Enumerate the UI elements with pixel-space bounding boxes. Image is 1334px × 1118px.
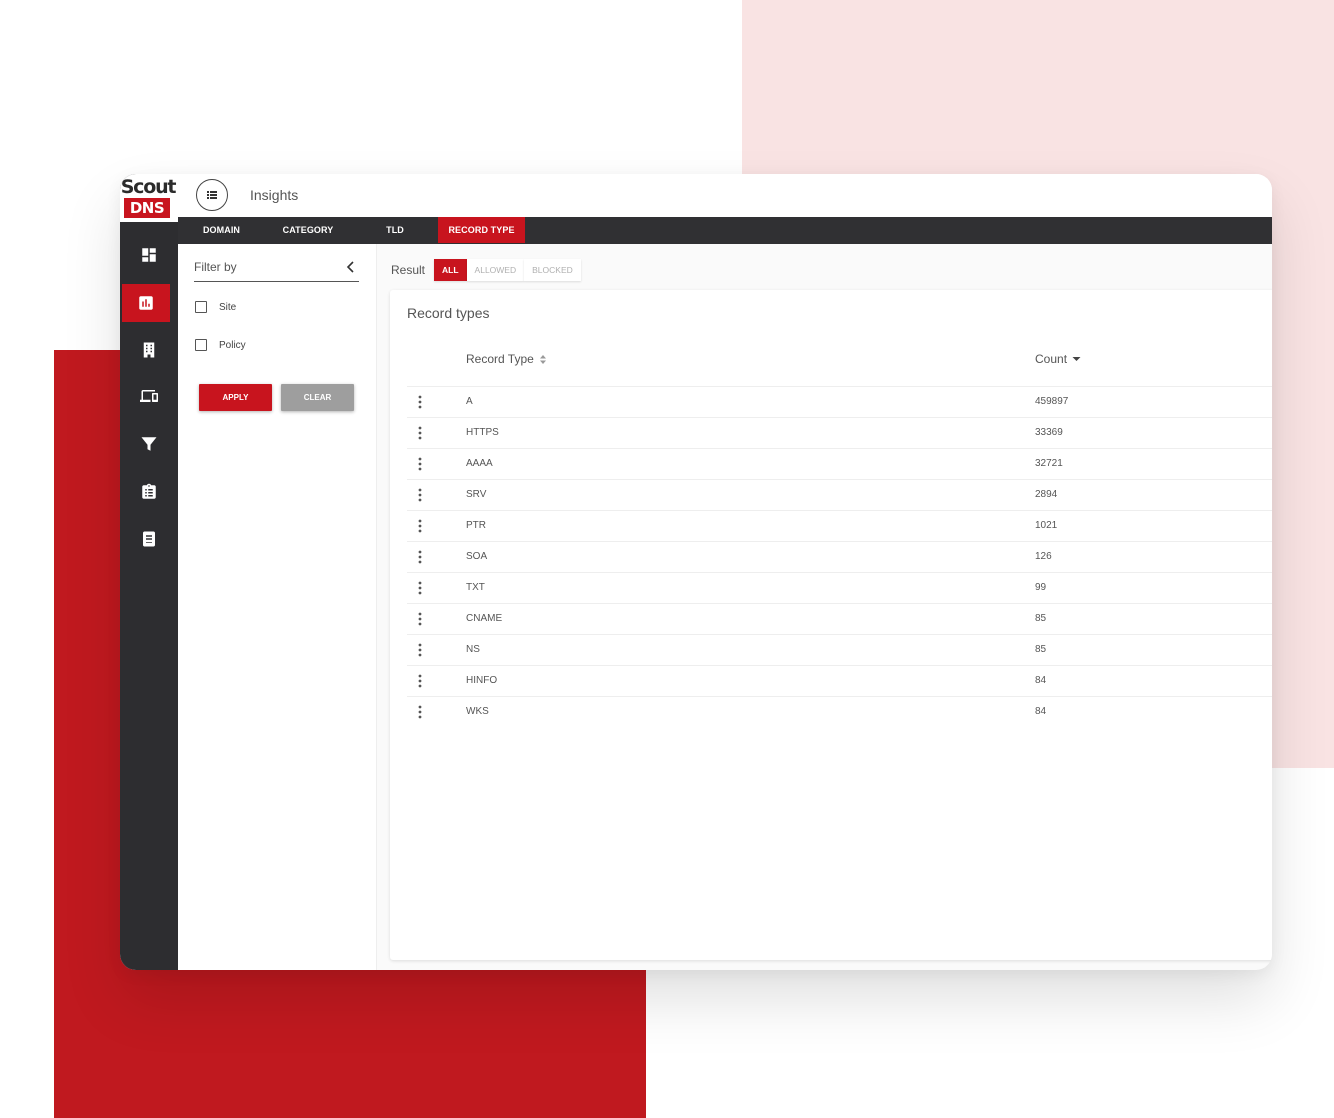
row-menu-icon[interactable] — [415, 643, 425, 657]
record-count-cell: 32721 — [1035, 458, 1063, 469]
row-menu-icon[interactable] — [415, 457, 425, 471]
record-type-cell: AAAA — [466, 458, 493, 469]
tab-category[interactable]: CATEGORY — [265, 217, 351, 244]
top-header: Insights — [178, 174, 1272, 217]
table-row: TXT 99 — [407, 572, 1272, 603]
filter-panel: Filter by Site Policy APPLY CLEAR — [178, 244, 377, 970]
record-type-cell: A — [466, 396, 473, 407]
row-menu-icon[interactable] — [415, 519, 425, 533]
record-count-cell: 85 — [1035, 613, 1047, 624]
record-type-cell: TXT — [466, 582, 485, 593]
logo-dns-text: DNS — [124, 198, 170, 218]
record-count-cell: 459897 — [1035, 396, 1069, 407]
column-header-count[interactable]: Count — [1035, 352, 1081, 366]
record-count-cell: 2894 — [1035, 489, 1058, 500]
sidebar-item-devices[interactable] — [120, 377, 178, 415]
record-count-cell: 1021 — [1035, 520, 1058, 531]
sidebar-item-sites[interactable] — [120, 331, 178, 369]
apply-button[interactable]: APPLY — [199, 384, 272, 411]
filter-icon — [141, 437, 157, 451]
table-row: AAAA 32721 — [407, 448, 1272, 479]
table-row: SRV 2894 — [407, 479, 1272, 510]
record-type-cell: WKS — [466, 706, 489, 717]
tab-tld[interactable]: TLD — [368, 217, 422, 244]
result-filter: Result ALL ALLOWED BLOCKED — [391, 259, 581, 281]
row-menu-icon[interactable] — [415, 581, 425, 595]
insights-tabs: DOMAIN CATEGORY TLD RECORD TYPE — [178, 217, 1272, 244]
clear-button[interactable]: CLEAR — [281, 384, 354, 411]
site-checkbox[interactable] — [195, 301, 207, 313]
column-record-type-label: Record Type — [466, 352, 534, 366]
sort-desc-icon — [1072, 357, 1081, 361]
row-menu-icon[interactable] — [415, 488, 425, 502]
filter-option-policy[interactable]: Policy — [195, 339, 246, 351]
sidebar-item-docs[interactable] — [120, 520, 178, 558]
book-icon — [143, 531, 155, 547]
scoutdns-logo[interactable]: Scout DNS — [120, 174, 178, 222]
app-window: Scout DNS Insights DOMAIN CATEGORY TLD R… — [120, 174, 1272, 970]
policy-checkbox[interactable] — [195, 339, 207, 351]
result-all-button[interactable]: ALL — [434, 259, 467, 281]
table-row: SOA 126 — [407, 541, 1272, 572]
bar-chart-icon — [139, 296, 153, 310]
site-label: Site — [219, 301, 237, 313]
tab-domain[interactable]: DOMAIN — [178, 217, 265, 244]
sidebar-rail: Scout DNS — [120, 174, 178, 970]
sidebar-item-reports[interactable] — [120, 473, 178, 511]
card-title: Record types — [407, 305, 490, 321]
row-menu-icon[interactable] — [415, 705, 425, 719]
filter-title: Filter by — [194, 260, 237, 274]
clipboard-icon — [142, 483, 156, 499]
devices-icon — [140, 390, 158, 402]
menu-toggle-button[interactable] — [196, 179, 228, 211]
logo-scout-text: Scout — [120, 176, 177, 198]
record-count-cell: 84 — [1035, 706, 1047, 717]
filter-option-site[interactable]: Site — [195, 301, 236, 313]
policy-label: Policy — [219, 339, 246, 351]
list-icon — [207, 191, 217, 199]
row-menu-icon[interactable] — [415, 426, 425, 440]
record-type-cell: HINFO — [466, 675, 498, 686]
dashboard-icon — [142, 248, 156, 262]
row-menu-icon[interactable] — [415, 395, 425, 409]
table-row: HTTPS 33369 — [407, 417, 1272, 448]
chevron-left-icon[interactable] — [346, 261, 356, 273]
result-blocked-button[interactable]: BLOCKED — [524, 259, 581, 281]
record-count-cell: 84 — [1035, 675, 1047, 686]
result-label: Result — [391, 263, 426, 277]
filter-header: Filter by — [194, 258, 359, 282]
table-row: CNAME 85 — [407, 603, 1272, 634]
sidebar-item-dashboard[interactable] — [120, 236, 178, 274]
result-allowed-button[interactable]: ALLOWED — [466, 259, 525, 281]
table-row: PTR 1021 — [407, 510, 1272, 541]
row-menu-icon[interactable] — [415, 612, 425, 626]
page-title: Insights — [250, 187, 299, 203]
record-type-cell: HTTPS — [466, 427, 499, 438]
sidebar-item-insights[interactable] — [122, 284, 170, 322]
record-count-cell: 126 — [1035, 551, 1052, 562]
record-type-cell: CNAME — [466, 613, 503, 624]
record-type-cell: NS — [466, 644, 480, 655]
tab-record-type[interactable]: RECORD TYPE — [438, 217, 525, 243]
record-count-cell: 99 — [1035, 582, 1047, 593]
row-menu-icon[interactable] — [415, 674, 425, 688]
table-row: A 459897 — [407, 386, 1272, 417]
record-type-cell: SRV — [466, 489, 487, 500]
table-row: NS 85 — [407, 634, 1272, 665]
record-types-card: Record types Record Type Count A 459897 HT… — [390, 290, 1272, 960]
record-count-cell: 33369 — [1035, 427, 1063, 438]
row-menu-icon[interactable] — [415, 550, 425, 564]
record-types-table: A 459897 HTTPS 33369 AAAA 32721 SRV 2894 PTR 1021… — [407, 386, 1272, 727]
record-type-cell: SOA — [466, 551, 488, 562]
table-row: WKS 84 — [407, 696, 1272, 727]
column-count-label: Count — [1035, 352, 1068, 366]
building-icon — [143, 342, 155, 358]
table-row: HINFO 84 — [407, 665, 1272, 696]
sort-icon — [539, 354, 546, 364]
sidebar-item-filters[interactable] — [120, 425, 178, 463]
record-type-cell: PTR — [466, 520, 486, 531]
record-count-cell: 85 — [1035, 644, 1047, 655]
column-header-record-type[interactable]: Record Type — [466, 352, 547, 366]
